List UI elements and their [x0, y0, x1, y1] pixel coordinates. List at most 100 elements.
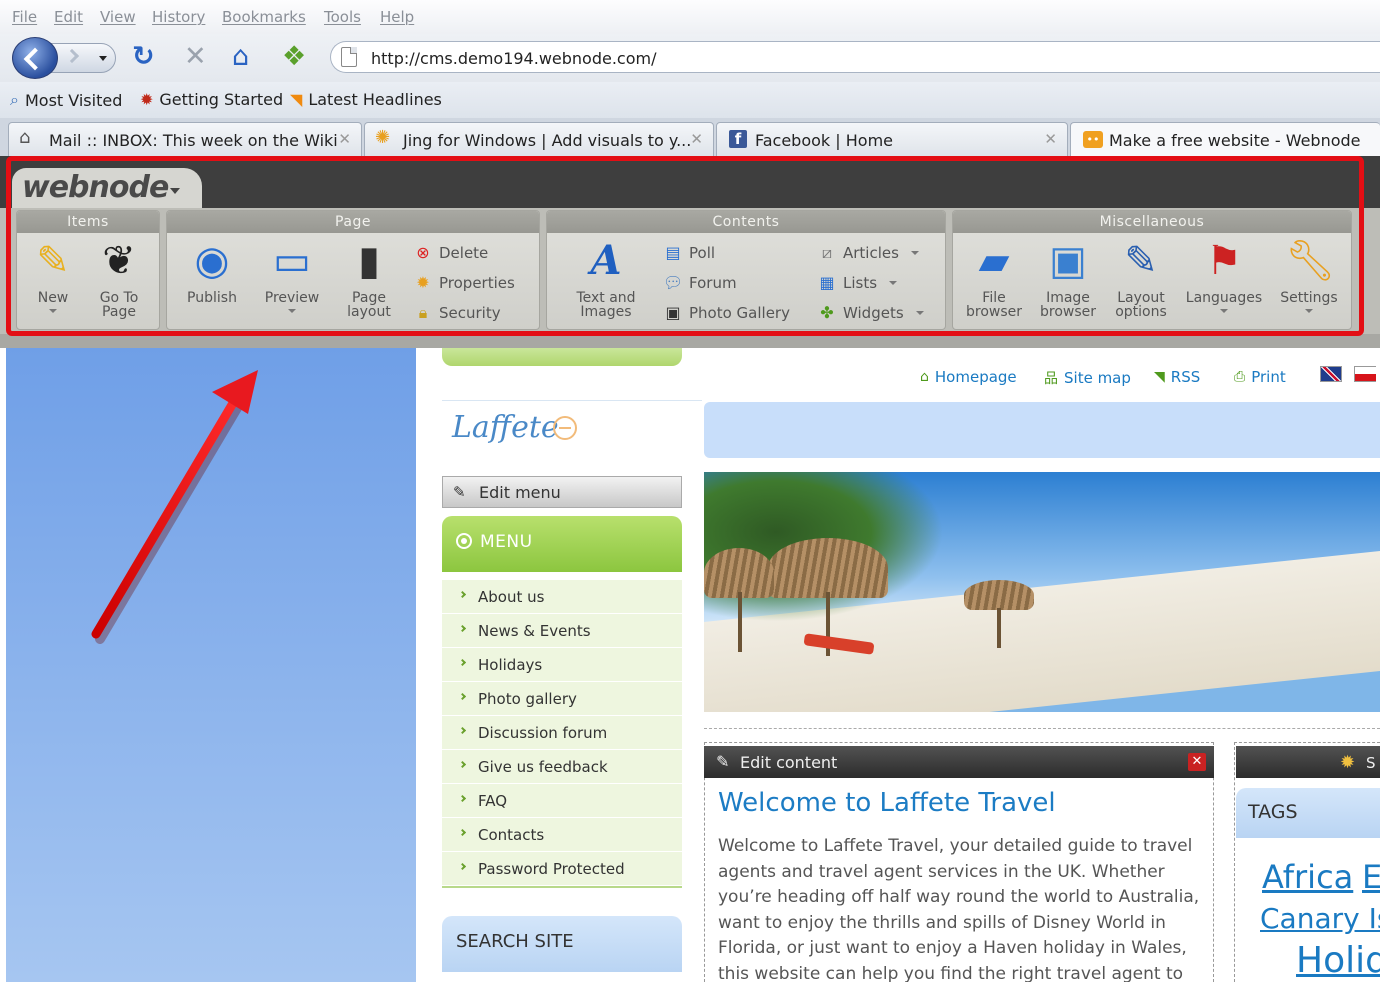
site-logo[interactable]: Laffete	[452, 410, 559, 445]
rss-icon: ◥	[1154, 369, 1165, 385]
home-icon[interactable]: ⌂	[232, 42, 249, 72]
page-icon	[341, 47, 357, 67]
stop-icon[interactable]: ✕	[184, 42, 207, 72]
group-page: Page ◉ Publish ▭ Preview ▮ Page layout ⊗…	[166, 210, 540, 330]
close-tab-icon[interactable]: ✕	[338, 130, 351, 148]
czech-flag-icon[interactable]	[1354, 366, 1376, 382]
tag-e[interactable]: E	[1362, 858, 1380, 896]
image-browser-button[interactable]: ▣ Image browser	[1033, 237, 1103, 319]
homepage-link[interactable]: ⌂ Homepage	[920, 368, 1017, 386]
chevron-down-icon	[170, 188, 180, 194]
close-tab-icon[interactable]: ✕	[1044, 130, 1057, 148]
button-label: Properties	[439, 273, 515, 292]
rss-link[interactable]: ◥ RSS	[1154, 368, 1200, 386]
forward-button[interactable]	[50, 43, 116, 73]
rss-icon: ◥	[290, 90, 303, 109]
bookmark-label: Most Visited	[24, 90, 123, 110]
publish-button[interactable]: ◉ Publish	[177, 237, 247, 305]
menu-help[interactable]: Help	[380, 8, 414, 26]
tag-africa[interactable]: Africa	[1262, 858, 1353, 896]
gear-icon[interactable]: ✹	[1340, 752, 1355, 773]
button-label: Delete	[439, 243, 489, 262]
url-input[interactable]	[371, 47, 1271, 69]
settings-button[interactable]: 🔧︎ Settings	[1271, 237, 1347, 313]
go-to-page-button[interactable]: ❦ Go To Page	[83, 237, 155, 319]
english-flag-icon[interactable]	[1320, 366, 1342, 382]
bookmark-getting-started[interactable]: ✹ Getting Started	[140, 90, 283, 109]
layout-icon: ▮	[357, 238, 380, 284]
menu-item-faq[interactable]: FAQ	[442, 784, 682, 818]
menu-item-holidays[interactable]: Holidays	[442, 648, 682, 682]
bookmarks-toolbar: ⌕ Most Visited ✹ Getting Started ◥ Lates…	[0, 82, 1380, 118]
preview-button[interactable]: ▭ Preview	[255, 237, 329, 313]
tab-webnode[interactable]: •• Make a free website - Webnode	[1070, 122, 1380, 156]
page-layout-button[interactable]: ▮ Page layout	[333, 237, 405, 319]
menu-item-label: Password Protected	[478, 860, 625, 878]
back-button[interactable]	[12, 37, 58, 79]
print-link[interactable]: ⎙ Print	[1234, 368, 1286, 386]
button-label: File	[982, 290, 1006, 306]
bookmark-most-visited[interactable]: ⌕ Most Visited	[10, 90, 122, 110]
webnode-icon: ••	[1083, 131, 1103, 148]
edit-content-button[interactable]: Edit content	[740, 753, 837, 772]
menu-history[interactable]: History	[152, 8, 205, 26]
reload-icon[interactable]: ↻	[132, 42, 155, 72]
edit-menu-button[interactable]: ✎ Edit menu	[442, 476, 682, 508]
new-button[interactable]: ✎ New	[23, 237, 83, 313]
button-label: Page	[352, 290, 386, 306]
articles-button[interactable]: ⧄ Articles	[817, 243, 919, 263]
facebook-icon: f	[729, 130, 747, 148]
tab-mail[interactable]: ⌂ Mail :: INBOX: This week on the Wiki ✕	[8, 122, 362, 156]
photo-gallery-button[interactable]: ▣ Photo Gallery	[663, 303, 790, 322]
tab-label: Make a free website - Webnode	[1109, 131, 1361, 150]
tag-holidays[interactable]: Holid	[1296, 940, 1380, 981]
forum-button[interactable]: 💬︎ Forum	[663, 273, 737, 292]
file-browser-button[interactable]: ▰ File browser	[959, 237, 1029, 319]
tag-canary-islands[interactable]: Canary Is	[1260, 902, 1380, 935]
webnode-menu-tab[interactable]: webnode	[12, 168, 202, 208]
text-and-images-button[interactable]: A Text and Images	[561, 237, 651, 319]
tab-facebook[interactable]: f Facebook | Home ✕	[716, 122, 1068, 156]
tab-jing[interactable]: ✺ Jing for Windows | Add visuals to y...…	[364, 122, 714, 156]
image-folder-icon: ▣	[1049, 238, 1087, 284]
history-dropdown-icon[interactable]	[99, 56, 107, 61]
chevron-right-icon	[458, 760, 467, 769]
group-items: Items ✎ New ❦ Go To Page	[16, 210, 160, 330]
url-bar[interactable]	[330, 41, 1380, 73]
lists-button[interactable]: ▦ Lists	[817, 273, 898, 292]
widgets-button[interactable]: ✤ Widgets	[817, 303, 924, 322]
delete-icon: ⊗	[416, 243, 430, 262]
addon-icon[interactable]: ❖	[282, 42, 306, 72]
green-tab-stub	[442, 348, 682, 366]
welcome-heading: Welcome to Laffete Travel	[718, 788, 1056, 818]
menu-item-discussion-forum[interactable]: Discussion forum	[442, 716, 682, 750]
menu-item-password-protected[interactable]: Password Protected	[442, 852, 682, 886]
menu-item-contacts[interactable]: Contacts	[442, 818, 682, 852]
menu-item-news-events[interactable]: News & Events	[442, 614, 682, 648]
languages-button[interactable]: ⚑ Languages	[1179, 237, 1269, 313]
menu-item-feedback[interactable]: Give us feedback	[442, 750, 682, 784]
properties-button[interactable]: ✹ Properties	[413, 273, 515, 292]
delete-button[interactable]: ⊗ Delete	[413, 243, 488, 262]
menu-item-about-us[interactable]: About us	[442, 580, 682, 614]
chevron-down-icon	[889, 280, 898, 285]
menu-item-photo-gallery[interactable]: Photo gallery	[442, 682, 682, 716]
close-icon[interactable]: ✕	[1188, 753, 1206, 771]
layout-options-button[interactable]: ✎ Layout options	[1105, 237, 1177, 319]
close-tab-icon[interactable]: ✕	[690, 130, 703, 148]
menu-edit[interactable]: Edit	[54, 8, 83, 26]
menu-bookmarks[interactable]: Bookmarks	[222, 8, 306, 26]
menu-tools[interactable]: Tools	[324, 8, 361, 26]
site-map-link[interactable]: 品 Site map	[1044, 368, 1131, 388]
menu-item-label: Give us feedback	[478, 758, 608, 776]
menu-item-label: FAQ	[478, 792, 508, 810]
firefox-icon: ✹	[140, 90, 154, 109]
poll-button[interactable]: ▤ Poll	[663, 243, 715, 262]
bookmark-latest-headlines[interactable]: ◥ Latest Headlines	[290, 90, 442, 109]
security-button[interactable]: 🔒︎ Security	[413, 303, 501, 323]
button-label: Photo Gallery	[689, 303, 790, 322]
menu-file[interactable]: File	[12, 8, 37, 26]
chevron-right-icon	[458, 794, 467, 803]
chevron-down-icon	[1220, 309, 1228, 313]
menu-view[interactable]: View	[100, 8, 136, 26]
